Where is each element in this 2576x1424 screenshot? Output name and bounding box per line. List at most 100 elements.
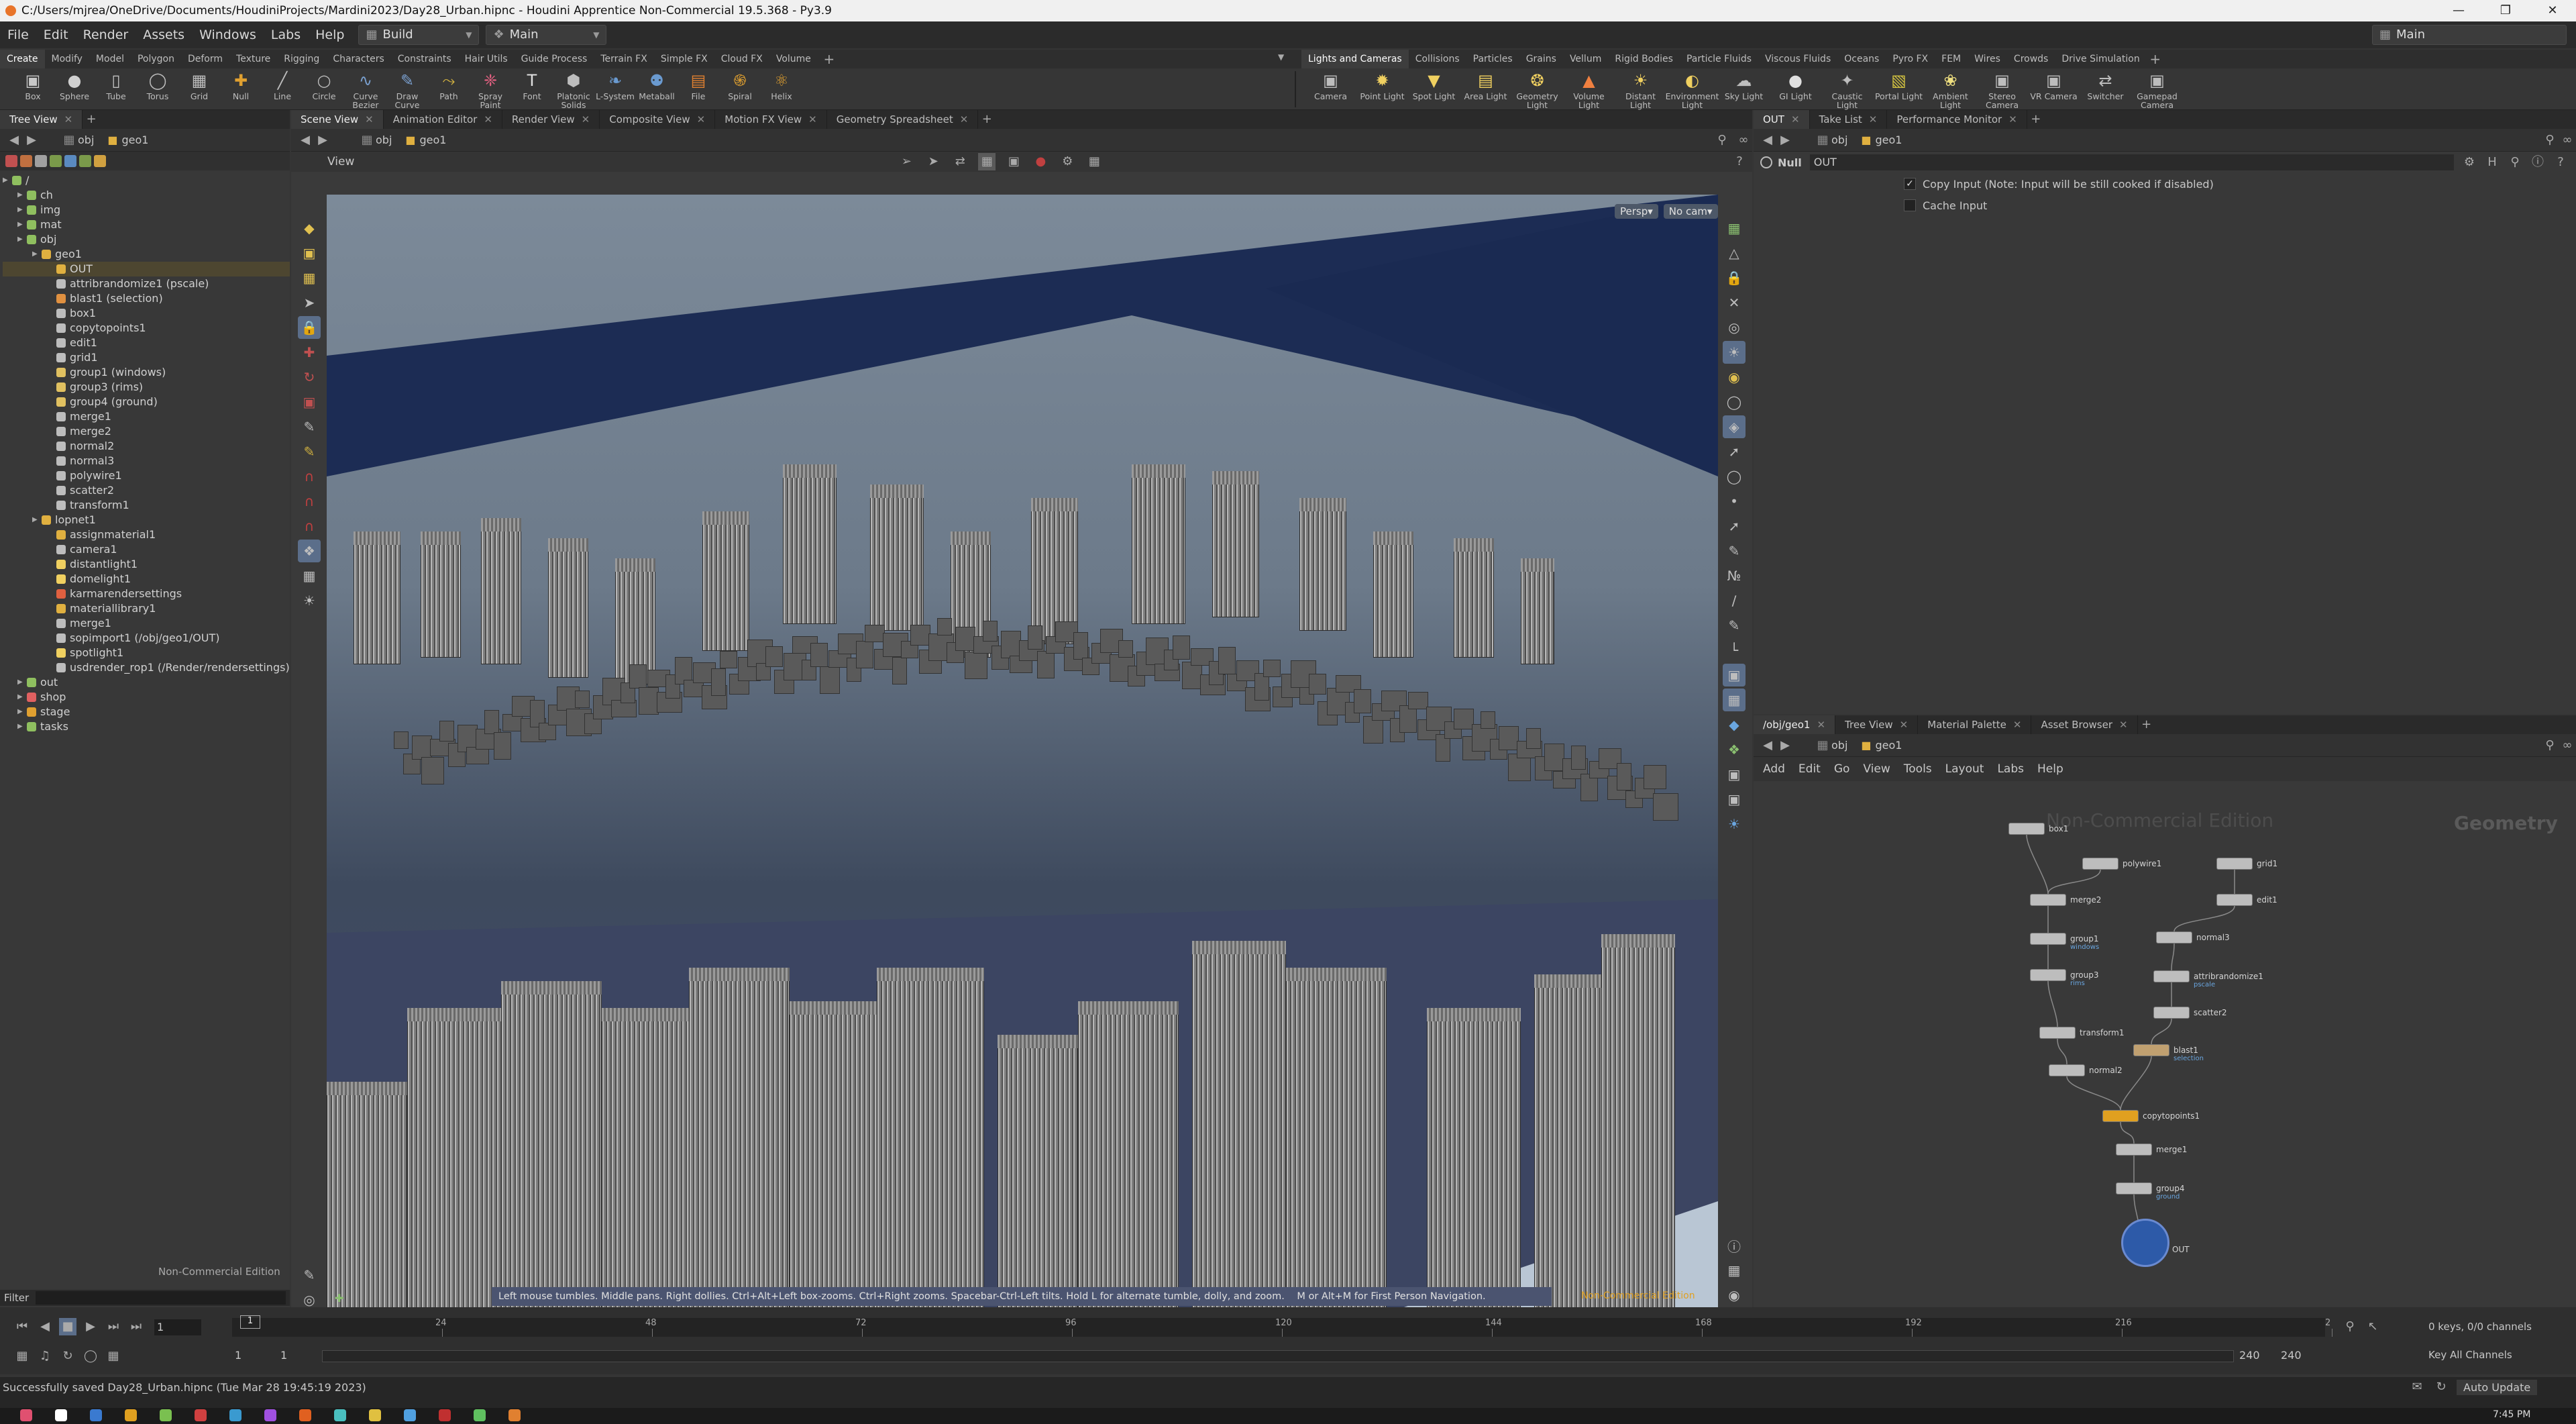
snap-icon[interactable]: ❖ — [298, 540, 321, 562]
shelf-tool-portal-light[interactable]: ▧ Portal Light — [1873, 68, 1925, 110]
param-path-node[interactable]: geo1 — [1876, 134, 1902, 146]
shelf-tab-drive-simulation[interactable]: Drive Simulation — [2055, 50, 2146, 68]
tab-composite-view[interactable]: Composite View ✕ — [600, 110, 716, 129]
tree-node[interactable]: usdrender_rop1 (/Render/rendersettings) — [3, 660, 290, 675]
handle-icon[interactable]: ◆ — [298, 217, 321, 240]
tree-node[interactable]: transform1 — [3, 498, 290, 513]
shade-icon[interactable]: ▣ — [1723, 664, 1746, 686]
shelf-tab-viscous-fluids[interactable]: Viscous Fluids — [1758, 50, 1837, 68]
shelf-tool-box[interactable]: ▣ Box — [12, 68, 54, 110]
network-node-group4[interactable]: group4 ground — [2116, 1182, 2185, 1201]
add-tab-icon[interactable]: + — [978, 111, 996, 128]
no-ghost-icon[interactable]: ● — [1032, 153, 1049, 170]
shelf-tab-hair-utils[interactable]: Hair Utils — [458, 50, 515, 68]
taskbar-app-icon[interactable] — [334, 1409, 346, 1421]
network-node-scatter2[interactable]: scatter2 — [2153, 1007, 2227, 1019]
range-start-field-2[interactable]: 1 — [280, 1349, 287, 1362]
close-tab-icon[interactable]: ✕ — [2008, 113, 2017, 125]
forward-arrow-icon[interactable]: ▶ — [23, 132, 40, 149]
close-tab-icon[interactable]: ✕ — [808, 113, 817, 125]
snapshot-icon[interactable]: ⚙ — [1059, 153, 1076, 170]
shelf-tool-tube[interactable]: ▯ Tube — [95, 68, 137, 110]
shelf-tab-lights-and-cameras[interactable]: Lights and Cameras — [1301, 50, 1409, 68]
shelf-tool-gamepad-camera[interactable]: ▣ Gamepad Camera — [2131, 68, 2183, 110]
network-node-blast1[interactable]: blast1 selection — [2133, 1044, 2204, 1062]
pin-icon[interactable]: ⚲ — [1713, 132, 1731, 149]
tab-tree-view[interactable]: Tree View ✕ — [0, 110, 83, 129]
network-node-copytopoints1[interactable]: copytopoints1 — [2102, 1110, 2200, 1122]
shelf-tab-pyro-fx[interactable]: Pyro FX — [1886, 50, 1935, 68]
dot-icon[interactable]: • — [1723, 490, 1746, 513]
persp-menu[interactable]: Persp▾ — [1615, 204, 1658, 219]
shelf-tool-circle[interactable]: ○ Circle — [303, 68, 345, 110]
tab-scene-view[interactable]: Scene View ✕ — [291, 110, 384, 129]
tree-node[interactable]: materiallibrary1 — [3, 601, 290, 616]
taskbar-app-icon[interactable] — [229, 1409, 241, 1421]
close-tab-icon[interactable]: ✕ — [960, 113, 969, 125]
taskbar-app-icon[interactable] — [90, 1409, 102, 1421]
network-node-edit1[interactable]: edit1 — [2216, 894, 2277, 906]
shading-mode-icon[interactable]: ▦ — [978, 153, 996, 170]
tree-node[interactable]: ▶ shop — [3, 690, 290, 705]
network-node-group1[interactable]: group1 windows — [2030, 933, 2099, 951]
taskbar-app-icon[interactable] — [55, 1409, 67, 1421]
tree-node[interactable]: ▶ stage — [3, 705, 290, 719]
shelf-menu-chevron-icon[interactable]: ▼ — [1278, 52, 1284, 62]
shelf-tool-spot-light[interactable]: ▼ Spot Light — [1408, 68, 1460, 110]
tree-node[interactable]: copytopoints1 — [3, 321, 290, 336]
camera-menu[interactable]: No cam▾ — [1663, 204, 1718, 219]
select-arrow-icon[interactable]: ➤ — [298, 291, 321, 314]
shelf-tool-line[interactable]: ╱ Line — [262, 68, 303, 110]
network-node-merge1[interactable]: merge1 — [2116, 1143, 2187, 1156]
tree-node[interactable]: spotlight1 — [3, 646, 290, 660]
close-tab-icon[interactable]: ✕ — [365, 113, 374, 125]
shelf-tool-file[interactable]: ▤ File — [678, 68, 719, 110]
tab-take-list[interactable]: Take List ✕ — [1810, 110, 1888, 129]
shelf-tab-oceans[interactable]: Oceans — [1837, 50, 1886, 68]
shelf-tool-curve-bezier[interactable]: ∿ Curve Bezier — [345, 68, 386, 110]
param-path-obj[interactable]: obj — [1831, 134, 1847, 146]
shelf-tab-texture[interactable]: Texture — [229, 50, 277, 68]
shelf-tool-l-system[interactable]: ❧ L-System — [594, 68, 636, 110]
bg-icon[interactable]: ▣ — [1723, 763, 1746, 786]
shelf-tool-geometry-light[interactable]: ❂ Geometry Light — [1511, 68, 1563, 110]
info-icon[interactable]: ⓘ — [2529, 154, 2546, 171]
chat-icon[interactable]: ✉ — [2408, 1378, 2426, 1396]
add-tab-icon[interactable]: + — [83, 111, 100, 128]
network-node-attribrandomize1[interactable]: attribrandomize1 pscale — [2153, 970, 2263, 988]
tree-node[interactable]: ▶ obj — [3, 232, 290, 247]
forward-arrow-icon[interactable]: ▶ — [1776, 132, 1794, 149]
select-pts-icon[interactable]: ➤ — [924, 153, 942, 170]
add-shelf-tab-icon[interactable]: + — [2147, 50, 2164, 68]
right-desktop-dropdown[interactable]: ▦ Main — [2372, 25, 2567, 45]
light-icon[interactable]: ◉ — [1723, 366, 1746, 389]
arrow-icon[interactable]: ➚ — [1723, 515, 1746, 538]
expand-arrow-icon[interactable]: ▶ — [3, 173, 12, 188]
shelf-tab-terrain-fx[interactable]: Terrain FX — [594, 50, 654, 68]
update-mode[interactable]: Auto Update — [2457, 1379, 2538, 1395]
tree-node[interactable]: domelight1 — [3, 572, 290, 587]
wireframe-icon[interactable]: △ — [1723, 242, 1746, 264]
shelf-tab-simple-fx[interactable]: Simple FX — [654, 50, 714, 68]
taskbar-app-icon[interactable] — [160, 1409, 172, 1421]
tree-node[interactable]: blast1 (selection) — [3, 291, 290, 306]
expand-arrow-icon[interactable]: ▶ — [32, 247, 42, 262]
shelf-tool-spiral[interactable]: ֍ Spiral — [719, 68, 761, 110]
expand-arrow-icon[interactable]: ▶ — [17, 705, 27, 719]
shelf-tab-constraints[interactable]: Constraints — [391, 50, 458, 68]
filter-obj-icon[interactable] — [79, 155, 91, 167]
shelf-tool-area-light[interactable]: ▤ Area Light — [1460, 68, 1511, 110]
tree-node[interactable]: karmarendersettings — [3, 587, 290, 601]
frames-icon[interactable]: ▦ — [105, 1347, 122, 1365]
filter-green-icon[interactable] — [50, 155, 62, 167]
shelf-tab-model[interactable]: Model — [89, 50, 131, 68]
key-channels-dropdown[interactable]: Key All Channels — [2428, 1349, 2512, 1361]
close-tab-icon[interactable]: ✕ — [64, 113, 73, 125]
help-icon[interactable]: ? — [1731, 153, 1748, 170]
network-node-merge2[interactable]: merge2 — [2030, 894, 2101, 906]
add-tab-icon[interactable]: + — [2027, 111, 2045, 128]
taskbar-app-icon[interactable] — [299, 1409, 311, 1421]
edit-icon[interactable]: ✎ — [1723, 540, 1746, 562]
menu-file[interactable]: File — [0, 28, 36, 42]
tree-node[interactable]: normal2 — [3, 439, 290, 454]
